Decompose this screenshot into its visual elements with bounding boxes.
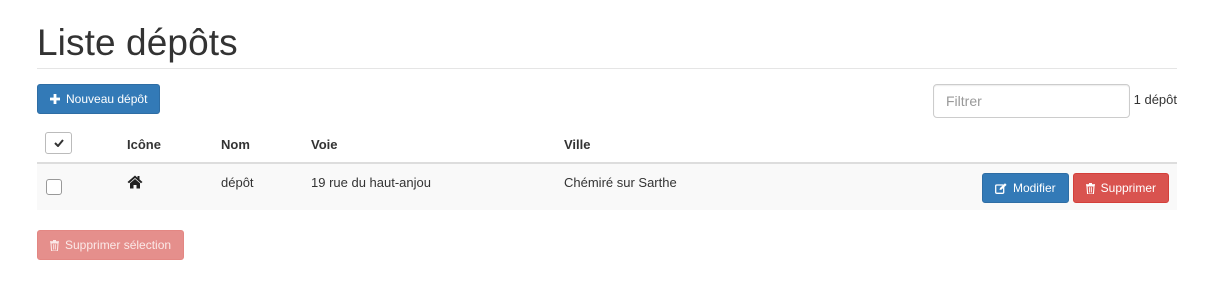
- cell-voie: 19 rue du haut-anjou: [311, 175, 431, 190]
- column-header-voie: Voie: [311, 137, 338, 152]
- column-header-nom: Nom: [221, 137, 250, 152]
- title-divider: [37, 68, 1177, 69]
- cell-nom: dépôt: [221, 175, 254, 190]
- delete-selection-label: Supprimer sélection: [65, 238, 172, 252]
- row-actions: Modifier Supprimer: [981, 173, 1169, 203]
- new-depot-button[interactable]: Nouveau dépôt: [37, 84, 161, 114]
- column-header-icone: Icône: [127, 137, 161, 152]
- edit-icon: [995, 182, 1007, 194]
- select-all-button[interactable]: [45, 132, 72, 154]
- delete-selection-button[interactable]: Supprimer sélection: [37, 230, 185, 260]
- check-icon: [53, 139, 64, 147]
- edit-button[interactable]: Modifier: [981, 173, 1069, 203]
- new-depot-label: Nouveau dépôt: [66, 92, 148, 106]
- delete-label: Supprimer: [1100, 181, 1156, 195]
- cell-ville: Chémiré sur Sarthe: [564, 175, 677, 190]
- delete-button[interactable]: Supprimer: [1072, 173, 1169, 203]
- depot-count: 1 dépôt: [1133, 92, 1177, 107]
- depots-table: Icône Nom Voie Ville dépôt 19 rue du hau…: [37, 126, 1177, 210]
- filter-input[interactable]: [933, 84, 1130, 118]
- trash-icon: [50, 239, 59, 251]
- page-title: Liste dépôts: [37, 22, 238, 63]
- plus-icon: [50, 94, 60, 104]
- table-row: dépôt 19 rue du haut-anjou Chémiré sur S…: [37, 164, 1177, 210]
- home-icon: [127, 175, 143, 189]
- row-checkbox[interactable]: [46, 179, 62, 195]
- column-header-ville: Ville: [564, 137, 591, 152]
- table-header: Icône Nom Voie Ville: [37, 126, 1177, 164]
- edit-label: Modifier: [1012, 181, 1056, 195]
- trash-icon: [1085, 182, 1095, 194]
